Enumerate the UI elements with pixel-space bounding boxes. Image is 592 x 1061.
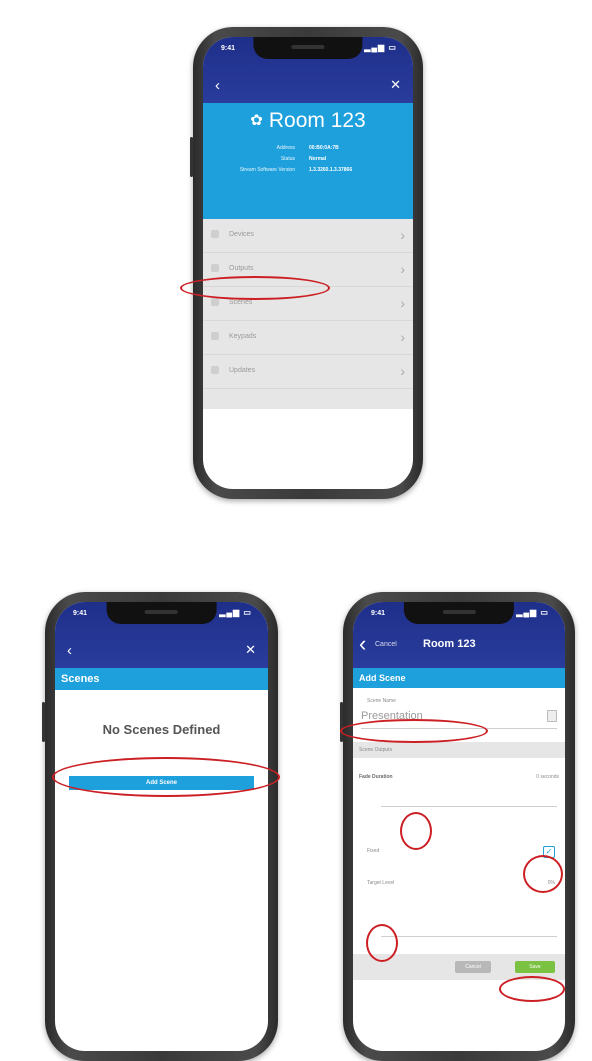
chevron-right-icon: › [400, 329, 405, 345]
phone-room-settings: 9:41 ▂▄▆ ▭ ‹ ✕ ✿ Room 123 Address 00:B0:0… [190, 27, 423, 499]
info-value: Normal [309, 156, 327, 162]
close-icon[interactable]: ✕ [245, 642, 256, 658]
nav-title: Room 123 [423, 638, 476, 650]
signal-battery-icon: ▂▄▆ ▭ [516, 608, 549, 617]
info-label: Stream Software Version [239, 167, 295, 173]
room-title-row: ✿ Room 123 [203, 109, 413, 133]
scenes-icon [211, 298, 219, 306]
target-level-label: Target Level [367, 880, 395, 886]
menu-item-label: Keypads [229, 333, 257, 340]
menu-item-label: Updates [229, 367, 256, 374]
highlight-target-level [366, 924, 398, 962]
info-label: Status [280, 156, 295, 162]
status-time: 9:41 [371, 610, 386, 617]
back-icon[interactable]: ‹ [215, 77, 220, 94]
keypads-icon [211, 332, 219, 340]
menu-item-updates[interactable]: Updates › [203, 355, 413, 389]
save-button[interactable]: Save [515, 961, 555, 973]
phone-scenes-list: 9:41 ▂▄▆ ▭ ‹ ✕ Scenes No Scenes Defined … [42, 592, 278, 1061]
cancel-button[interactable]: Cancel [455, 961, 491, 973]
highlight-fixed-checkbox [523, 855, 563, 893]
highlight-scene-name [340, 719, 488, 743]
fade-duration-label: Fade Duration [359, 774, 393, 780]
room-menu: Devices › Outputs › Scenes › Keypads › U… [203, 219, 413, 409]
phone-notch [106, 602, 217, 624]
gear-icon[interactable]: ✿ [250, 112, 263, 129]
status-time: 9:41 [221, 45, 236, 52]
room-info: Address 00:B0:0A:7B Status Normal Stream… [203, 145, 413, 178]
target-level-field[interactable] [381, 936, 557, 937]
room-header: ✿ Room 123 Address 00:B0:0A:7B Status Nor… [203, 103, 413, 219]
chevron-right-icon: › [400, 227, 405, 243]
back-icon[interactable]: ‹ [67, 642, 72, 659]
menu-item-label: Outputs [229, 265, 254, 272]
phone-screen: 9:41 ▂▄▆ ▭ ‹ ✕ Scenes No Scenes Defined … [55, 602, 268, 1051]
empty-state-text: No Scenes Defined [102, 722, 221, 737]
scene-name-label: Scene Name [367, 698, 396, 704]
highlight-add-scene [52, 757, 280, 797]
add-scene-title: Add Scene [359, 673, 406, 683]
cancel-label: Cancel [375, 641, 397, 648]
phone-notch [403, 602, 515, 624]
signal-battery-icon: ▂▄▆ ▭ [364, 43, 397, 52]
menu-item-devices[interactable]: Devices › [203, 219, 413, 253]
fade-duration-unit: 0 seconds [536, 774, 559, 780]
menu-item-keypads[interactable]: Keypads › [203, 321, 413, 355]
highlight-scenes-item [180, 276, 330, 300]
info-value: 1.3.3260.1.3.37866 [309, 167, 353, 173]
chevron-left-icon: ‹ [359, 631, 367, 656]
signal-battery-icon: ▂▄▆ ▭ [219, 608, 252, 617]
updates-icon [211, 366, 219, 374]
scenes-header: Scenes [55, 668, 268, 690]
scene-outputs-band: Scene Outputs [353, 742, 565, 758]
fade-duration-field[interactable] [381, 806, 557, 807]
highlight-fade-duration [400, 812, 432, 850]
info-row: Address 00:B0:0A:7B [203, 145, 413, 156]
chevron-right-icon: › [400, 261, 405, 277]
info-label: Address [276, 145, 295, 151]
menu-item-label: Scenes [229, 299, 253, 306]
chevron-right-icon: › [400, 295, 405, 311]
menu-item-label: Devices [229, 231, 254, 238]
scene-outputs-label: Scene Outputs [359, 747, 393, 753]
close-icon[interactable]: ✕ [390, 77, 401, 93]
chevron-right-icon: › [400, 363, 405, 379]
outputs-icon [211, 264, 219, 272]
scenes-title: Scenes [61, 673, 100, 685]
room-title: Room 123 [268, 109, 366, 132]
phone-screen: 9:41 ▂▄▆ ▭ ‹ ✕ ✿ Room 123 Address 00:B0:0… [203, 37, 413, 489]
info-row: Status Normal [203, 156, 413, 167]
fixed-label: Fixed [367, 848, 380, 854]
info-value: 00:B0:0A:7B [309, 145, 339, 151]
devices-icon [211, 230, 219, 238]
status-time: 9:41 [73, 610, 88, 617]
highlight-save-button [499, 976, 565, 1002]
add-scene-header: Add Scene [353, 668, 565, 688]
phone-notch [253, 37, 363, 59]
info-row: Stream Software Version 1.3.3260.1.3.378… [203, 167, 413, 178]
document-icon[interactable] [547, 710, 557, 722]
